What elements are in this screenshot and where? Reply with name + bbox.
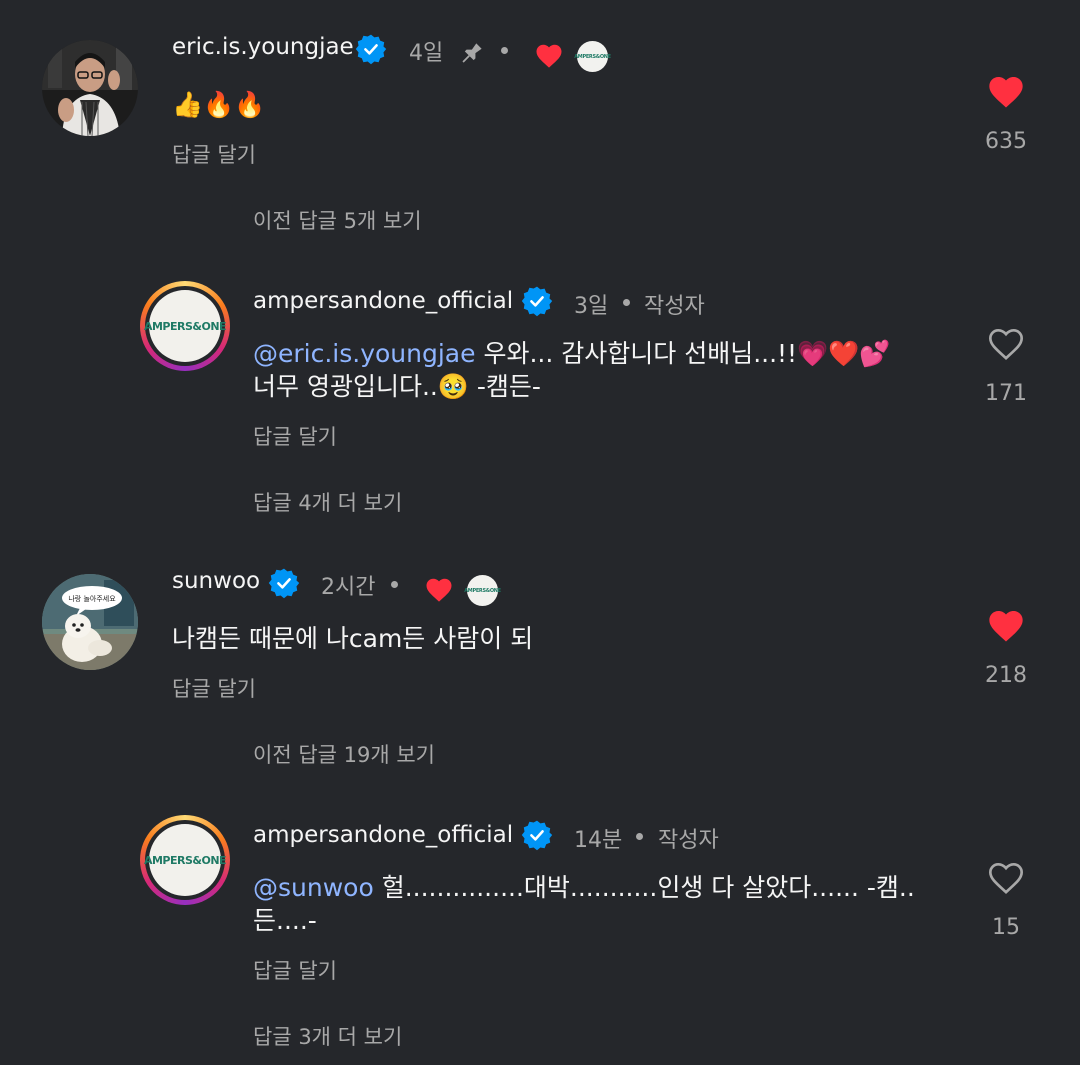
pin-icon	[462, 43, 482, 63]
verified-badge-icon	[521, 819, 553, 851]
like-heart-outline-icon[interactable]	[985, 324, 1027, 364]
reply-button[interactable]: 답글 달기	[253, 421, 337, 451]
view-more-replies[interactable]: 답글 3개 더 보기	[253, 1021, 402, 1051]
reply-button[interactable]: 답글 달기	[172, 139, 256, 169]
like-heart-icon[interactable]	[985, 606, 1027, 646]
author-label: 작성자	[644, 294, 705, 319]
separator-dot	[391, 581, 398, 588]
like-heart-outline-icon[interactable]	[985, 858, 1027, 898]
view-previous-replies[interactable]: 이전 답글 19개 보기	[253, 739, 435, 769]
like-count: 171	[985, 381, 1027, 406]
comment-text-line2: 너무 영광입니다..🥹 -캠든-	[253, 372, 541, 401]
creator-liked-heart-icon	[533, 41, 565, 71]
avatar-eric[interactable]	[42, 40, 138, 136]
verified-badge-icon	[268, 567, 300, 599]
comment-text-line2: 든....-	[253, 906, 317, 935]
separator-dot	[636, 833, 643, 840]
mention-link[interactable]: @eric.is.youngjae	[253, 339, 476, 368]
comment-text-line1: @sunwoo 헐...............대박...........인생 …	[253, 871, 915, 905]
separator-dot	[623, 299, 630, 306]
avatar-ampersandone: AMPERS&ONE	[144, 824, 227, 896]
view-more-replies[interactable]: 답글 4개 더 보기	[253, 487, 402, 517]
comment-text-line1: @eric.is.youngjae 우와... 감사합니다 선배님...!!💗❤…	[253, 337, 890, 371]
comment-text: 헐...............대박...........인생 다 살았다...…	[373, 873, 915, 902]
avatar-ampersandone: AMPERS&ONE	[144, 290, 227, 362]
comment-time: 3일	[574, 294, 609, 319]
dog-photo-icon: 나랑 놀아주세요	[42, 574, 138, 670]
like-heart-icon[interactable]	[985, 72, 1027, 112]
reply-button[interactable]: 답글 달기	[253, 955, 337, 985]
separator-dot	[501, 47, 508, 54]
creator-avatar-mini: AMPERS&ONE	[574, 41, 611, 72]
verified-badge-icon	[521, 285, 553, 317]
like-count: 635	[985, 129, 1027, 154]
like-count: 218	[985, 663, 1027, 688]
speech-bubble-text: 나랑 놀아주세요	[68, 594, 116, 603]
comment-username[interactable]: ampersandone_official	[253, 822, 513, 848]
comment-time: 14분	[574, 828, 623, 853]
comment-username[interactable]: eric.is.youngjae	[172, 34, 354, 60]
comment-time: 2시간	[321, 575, 376, 600]
avatar-sunwoo[interactable]: 나랑 놀아주세요	[42, 574, 138, 670]
comment-text: 👍🔥🔥	[172, 90, 266, 119]
creator-avatar-mini: AMPERS&ONE	[464, 575, 501, 606]
creator-liked-heart-icon	[423, 575, 455, 605]
comment-time: 4일	[409, 41, 444, 66]
comment-username[interactable]: ampersandone_official	[253, 288, 513, 314]
verified-badge-icon	[355, 33, 387, 65]
reply-button[interactable]: 답글 달기	[172, 673, 256, 703]
like-count: 15	[992, 915, 1020, 940]
user-photo-icon	[42, 40, 138, 136]
comment-text: 나캠든 때문에 나cam든 사람이 되	[172, 624, 534, 653]
author-label: 작성자	[658, 828, 719, 853]
mention-link[interactable]: @sunwoo	[253, 873, 374, 902]
comment-text: 우와... 감사합니다 선배님...!!💗❤️💕	[475, 339, 891, 368]
view-previous-replies[interactable]: 이전 답글 5개 보기	[253, 205, 422, 235]
comment-username[interactable]: sunwoo	[172, 568, 260, 594]
